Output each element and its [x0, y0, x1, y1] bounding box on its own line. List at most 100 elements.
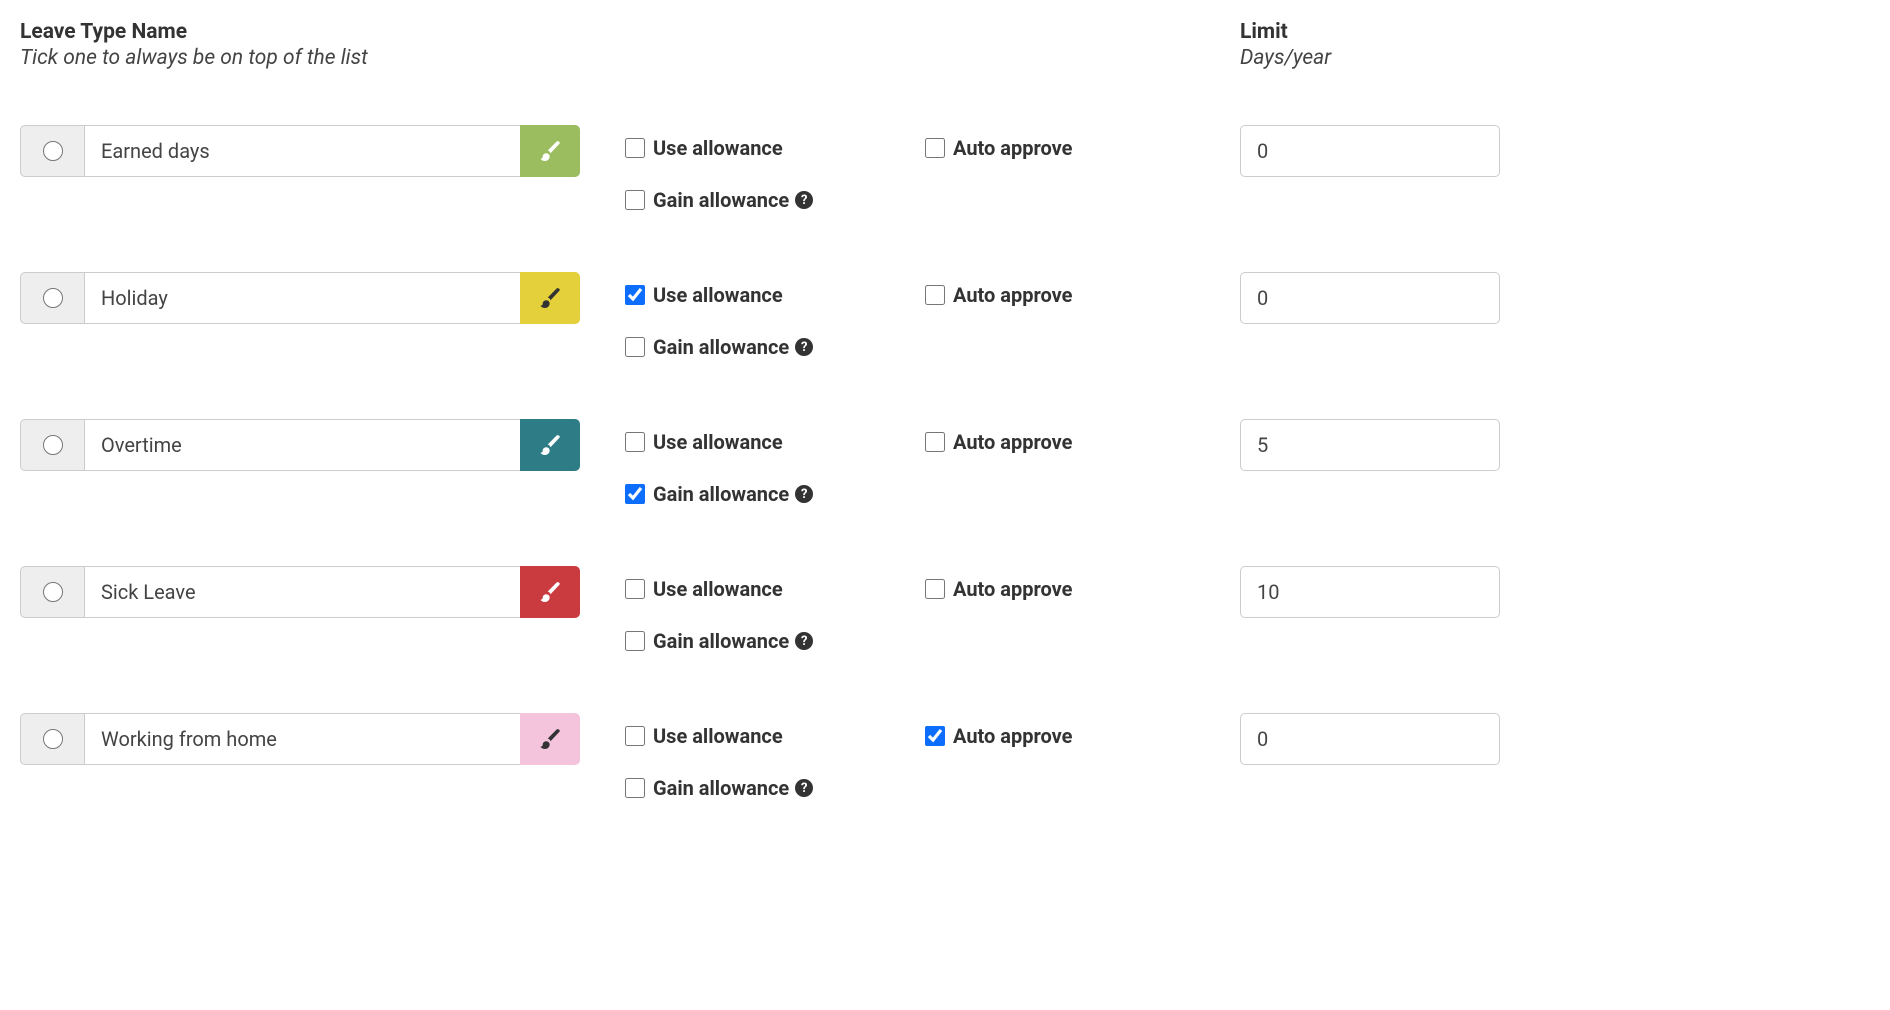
- auto-approve-row: Auto approve: [925, 724, 1205, 748]
- use-allowance-row: Use allowance: [625, 577, 925, 601]
- limit-input[interactable]: [1240, 272, 1500, 324]
- limit-input[interactable]: [1240, 419, 1500, 471]
- leave-name-input[interactable]: [85, 125, 520, 177]
- use-allowance-label: Use allowance: [653, 577, 783, 601]
- limit-input[interactable]: [1240, 125, 1500, 177]
- header-name-label: Leave Type Name: [20, 20, 620, 44]
- limit-column: [1240, 125, 1500, 177]
- name-input-group: [20, 566, 580, 618]
- pin-radio[interactable]: [43, 729, 63, 749]
- use-allowance-label: Use allowance: [653, 430, 783, 454]
- auto-approve-checkbox[interactable]: [925, 138, 945, 158]
- help-icon[interactable]: ?: [795, 191, 813, 209]
- use-allowance-checkbox[interactable]: [625, 138, 645, 158]
- pin-radio[interactable]: [43, 435, 63, 455]
- use-allowance-row: Use allowance: [625, 724, 925, 748]
- name-input-group: [20, 125, 580, 177]
- color-picker-button[interactable]: [520, 272, 580, 324]
- help-icon[interactable]: ?: [795, 485, 813, 503]
- gain-allowance-row: Gain allowance ?: [625, 188, 925, 212]
- leave-type-row: Use allowance Gain allowance ? Auto appr…: [20, 272, 1500, 359]
- allowance-column: Use allowance Gain allowance ?: [625, 272, 925, 359]
- auto-approve-row: Auto approve: [925, 283, 1205, 307]
- use-allowance-checkbox[interactable]: [625, 726, 645, 746]
- pin-radio-box[interactable]: [20, 125, 85, 177]
- gain-allowance-checkbox[interactable]: [625, 778, 645, 798]
- auto-approve-column: Auto approve: [925, 566, 1205, 601]
- use-allowance-label: Use allowance: [653, 283, 783, 307]
- pin-radio[interactable]: [43, 582, 63, 602]
- help-icon[interactable]: ?: [795, 338, 813, 356]
- name-input-group: [20, 713, 580, 765]
- gain-allowance-row: Gain allowance ?: [625, 335, 925, 359]
- pin-radio-box[interactable]: [20, 272, 85, 324]
- leave-name-input[interactable]: [85, 419, 520, 471]
- help-icon[interactable]: ?: [795, 632, 813, 650]
- gain-allowance-label: Gain allowance: [653, 776, 789, 800]
- name-input-group: [20, 419, 580, 471]
- color-picker-button[interactable]: [520, 566, 580, 618]
- header-limit-subtitle: Days/year: [1240, 46, 1500, 70]
- use-allowance-checkbox[interactable]: [625, 432, 645, 452]
- gain-allowance-row: Gain allowance ?: [625, 629, 925, 653]
- leave-type-row: Use allowance Gain allowance ? Auto appr…: [20, 566, 1500, 653]
- leave-name-input[interactable]: [85, 566, 520, 618]
- pin-radio-box[interactable]: [20, 419, 85, 471]
- table-header: Leave Type Name Tick one to always be on…: [20, 20, 1500, 70]
- pin-radio-box[interactable]: [20, 713, 85, 765]
- use-allowance-row: Use allowance: [625, 430, 925, 454]
- leave-type-row: Use allowance Gain allowance ? Auto appr…: [20, 419, 1500, 506]
- brush-icon: [539, 728, 561, 750]
- auto-approve-column: Auto approve: [925, 419, 1205, 454]
- allowance-column: Use allowance Gain allowance ?: [625, 419, 925, 506]
- gain-allowance-checkbox[interactable]: [625, 484, 645, 504]
- gain-allowance-row: Gain allowance ?: [625, 482, 925, 506]
- use-allowance-checkbox[interactable]: [625, 285, 645, 305]
- brush-icon: [539, 140, 561, 162]
- use-allowance-label: Use allowance: [653, 724, 783, 748]
- auto-approve-checkbox[interactable]: [925, 579, 945, 599]
- allowance-column: Use allowance Gain allowance ?: [625, 713, 925, 800]
- use-allowance-label: Use allowance: [653, 136, 783, 160]
- auto-approve-label: Auto approve: [953, 283, 1072, 307]
- header-name-subtitle: Tick one to always be on top of the list: [20, 46, 620, 70]
- limit-column: [1240, 419, 1500, 471]
- pin-radio-box[interactable]: [20, 566, 85, 618]
- auto-approve-checkbox[interactable]: [925, 726, 945, 746]
- auto-approve-checkbox[interactable]: [925, 432, 945, 452]
- use-allowance-checkbox[interactable]: [625, 579, 645, 599]
- leave-type-row: Use allowance Gain allowance ? Auto appr…: [20, 713, 1500, 800]
- leave-name-input[interactable]: [85, 272, 520, 324]
- auto-approve-label: Auto approve: [953, 724, 1072, 748]
- brush-icon: [539, 434, 561, 456]
- limit-column: [1240, 272, 1500, 324]
- gain-allowance-label: Gain allowance: [653, 629, 789, 653]
- leave-types-table: Leave Type Name Tick one to always be on…: [20, 20, 1500, 800]
- leave-name-input[interactable]: [85, 713, 520, 765]
- help-icon[interactable]: ?: [795, 779, 813, 797]
- pin-radio[interactable]: [43, 288, 63, 308]
- auto-approve-label: Auto approve: [953, 577, 1072, 601]
- brush-icon: [539, 581, 561, 603]
- pin-radio[interactable]: [43, 141, 63, 161]
- auto-approve-label: Auto approve: [953, 430, 1072, 454]
- gain-allowance-checkbox[interactable]: [625, 190, 645, 210]
- leave-type-row: Use allowance Gain allowance ? Auto appr…: [20, 125, 1500, 212]
- brush-icon: [539, 287, 561, 309]
- limit-input[interactable]: [1240, 713, 1500, 765]
- gain-allowance-label: Gain allowance: [653, 188, 789, 212]
- header-limit-column: Limit Days/year: [1240, 20, 1500, 70]
- color-picker-button[interactable]: [520, 419, 580, 471]
- gain-allowance-checkbox[interactable]: [625, 631, 645, 651]
- auto-approve-column: Auto approve: [925, 272, 1205, 307]
- auto-approve-label: Auto approve: [953, 136, 1072, 160]
- gain-allowance-checkbox[interactable]: [625, 337, 645, 357]
- auto-approve-column: Auto approve: [925, 125, 1205, 160]
- use-allowance-row: Use allowance: [625, 136, 925, 160]
- color-picker-button[interactable]: [520, 125, 580, 177]
- color-picker-button[interactable]: [520, 713, 580, 765]
- limit-input[interactable]: [1240, 566, 1500, 618]
- auto-approve-checkbox[interactable]: [925, 285, 945, 305]
- auto-approve-column: Auto approve: [925, 713, 1205, 748]
- name-input-group: [20, 272, 580, 324]
